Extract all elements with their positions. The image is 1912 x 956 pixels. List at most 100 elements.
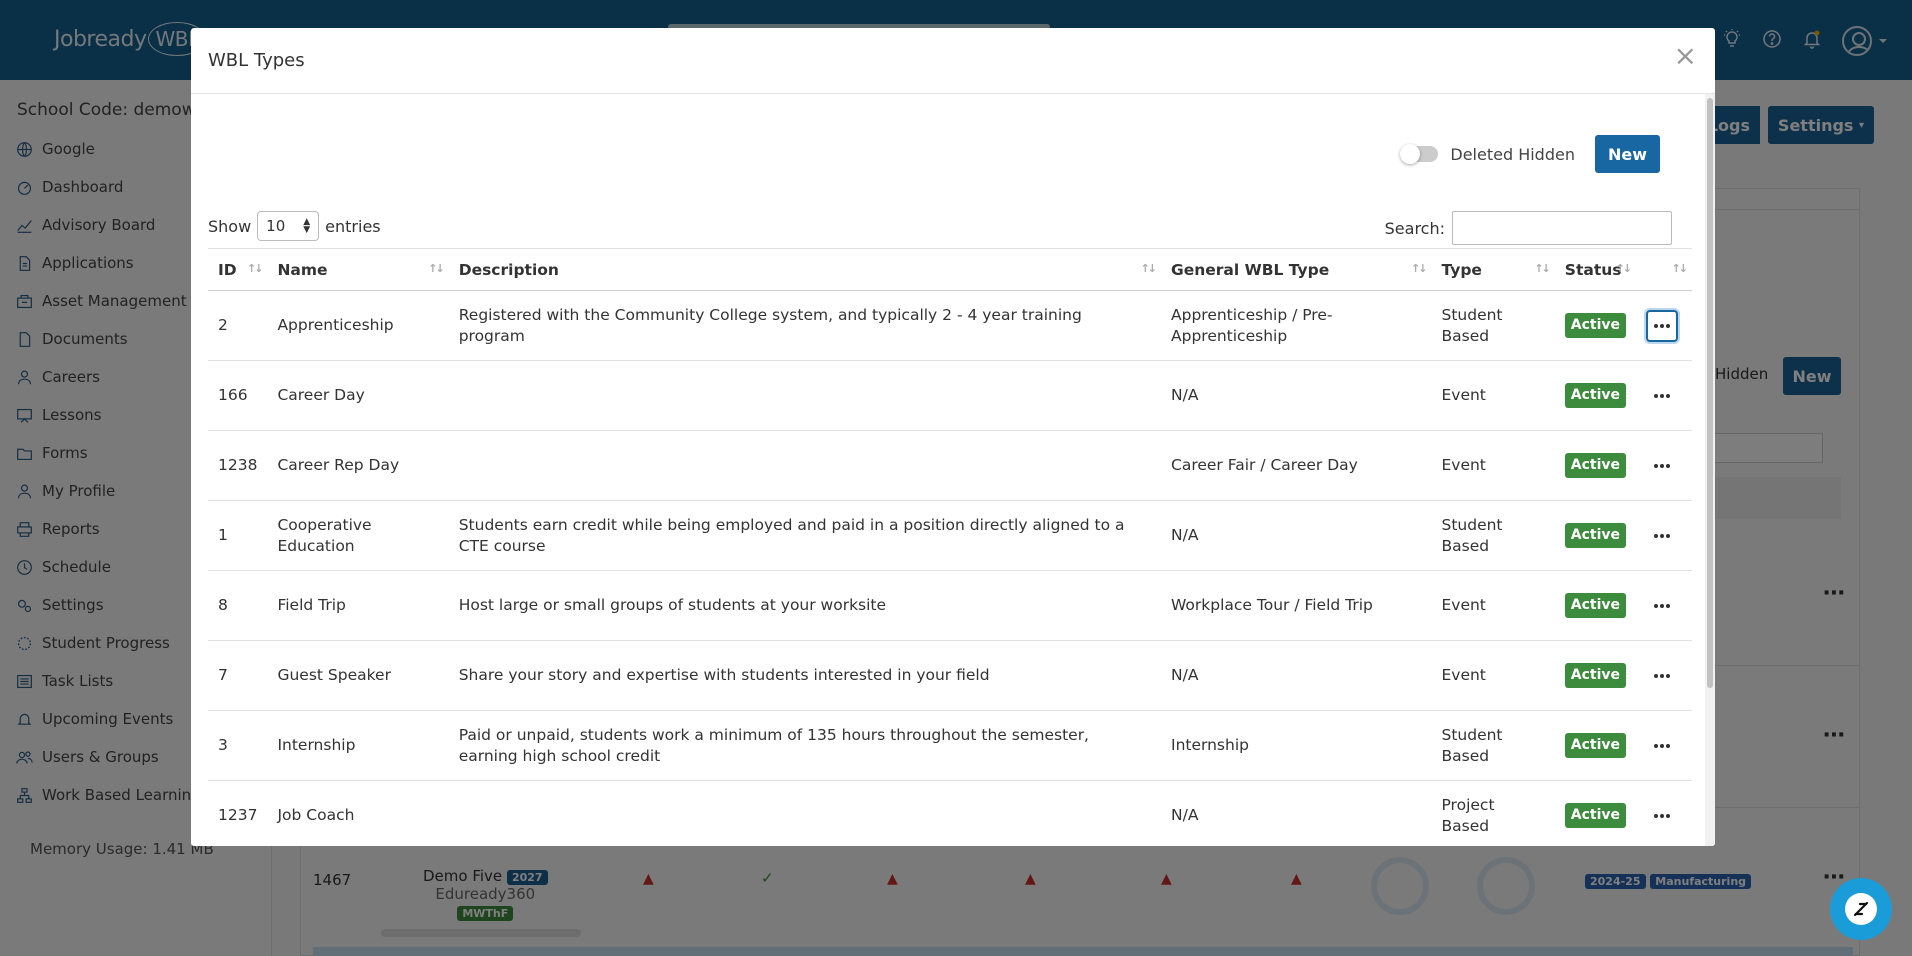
cell-general-wbl-type: N/A (1161, 640, 1432, 711)
sort-icon: ↑↓ (1140, 262, 1158, 275)
cell-status: Active (1554, 290, 1637, 361)
sort-icon: ↑↓ (1615, 262, 1633, 275)
cell-id: 2 (208, 290, 268, 361)
cell-actions (1636, 360, 1692, 431)
toggle-switch[interactable] (1400, 144, 1439, 164)
cell-id: 1 (208, 500, 268, 571)
chat-icon (1853, 901, 1869, 917)
row-actions-menu-button[interactable] (1646, 660, 1678, 692)
cell-actions (1636, 500, 1692, 571)
row-actions-menu-button[interactable] (1646, 309, 1679, 342)
table-row: 3 Internship Paid or unpaid, students work… (208, 710, 1692, 781)
status-badge: Active (1564, 383, 1627, 408)
status-badge: Active (1564, 593, 1627, 618)
row-actions-menu-button[interactable] (1646, 800, 1678, 832)
cell-id: 166 (208, 360, 268, 431)
cell-actions (1636, 430, 1692, 501)
modal-scrollbar[interactable] (1705, 94, 1715, 846)
column-header-actions[interactable]: ↑↓ (1636, 248, 1692, 291)
row-actions-menu-button[interactable] (1646, 590, 1678, 622)
more-horizontal-icon (1653, 673, 1671, 679)
scrollbar-thumb[interactable] (1707, 98, 1713, 688)
column-header-status[interactable]: Status ↑↓ (1554, 248, 1637, 291)
row-actions-menu-button[interactable] (1646, 450, 1678, 482)
cell-id: 8 (208, 570, 268, 641)
row-actions-menu-button[interactable] (1646, 730, 1678, 762)
cell-general-wbl-type: Career Fair / Career Day (1161, 430, 1432, 501)
toggle-label: Deleted Hidden (1450, 144, 1575, 164)
new-button[interactable]: New (1594, 135, 1660, 173)
more-horizontal-icon (1653, 813, 1671, 819)
cell-name: Cooperative Education (267, 500, 449, 571)
cell-name: Career Rep Day (267, 430, 449, 501)
cell-name: Apprenticeship (267, 290, 449, 361)
more-horizontal-icon (1653, 533, 1671, 539)
modal-toolbar: Deleted Hidden New (1400, 135, 1660, 173)
table-row: 8 Field Trip Host large or small groups of… (208, 570, 1692, 641)
table-search: Search: (1385, 211, 1672, 245)
cell-type: Project Based (1431, 780, 1555, 846)
chat-launcher-button[interactable] (1830, 878, 1892, 940)
cell-status: Active (1554, 640, 1637, 711)
cell-description: Registered with the Community College sy… (448, 290, 1161, 361)
column-header-type[interactable]: Type ↑↓ (1431, 248, 1555, 291)
cell-status: Active (1554, 430, 1637, 501)
wbl-types-modal: WBL Types × Deleted Hidden New Show 10 ▲… (191, 28, 1715, 846)
row-actions-menu-button[interactable] (1646, 520, 1678, 552)
entries-select[interactable]: 10 ▲ ▼ (257, 211, 320, 241)
sort-icon: ↑↓ (428, 262, 445, 275)
column-header-general-wbl-type[interactable]: General WBL Type ↑↓ (1161, 248, 1432, 291)
cell-id: 1238 (208, 430, 268, 501)
sort-icon: ↑↓ (1411, 262, 1428, 275)
cell-general-wbl-type: Workplace Tour / Field Trip (1161, 570, 1432, 641)
cell-general-wbl-type: N/A (1161, 360, 1432, 431)
cell-actions (1636, 780, 1692, 846)
cell-type: Student Based (1431, 290, 1555, 361)
status-badge: Active (1564, 453, 1627, 478)
cell-type: Event (1431, 430, 1555, 501)
cell-type: Student Based (1431, 500, 1555, 571)
cell-type: Student Based (1431, 710, 1555, 781)
column-header-description[interactable]: Description ↑↓ (448, 248, 1161, 291)
column-header-id[interactable]: ID ↑↓ (208, 248, 268, 291)
more-horizontal-icon (1653, 393, 1671, 399)
table-row: 1238 Career Rep Day Career Fair / Career D… (208, 430, 1692, 501)
table-header-row: ID ↑↓ Name ↑↓ Description ↑↓ General WBL Ty… (208, 248, 1692, 291)
more-horizontal-icon (1653, 603, 1671, 609)
cell-name: Internship (267, 710, 449, 781)
deleted-hidden-toggle[interactable]: Deleted Hidden (1400, 144, 1575, 164)
cell-status: Active (1554, 360, 1637, 431)
entries-label: entries (325, 216, 381, 236)
cell-name: Job Coach (267, 780, 449, 846)
more-horizontal-icon (1653, 743, 1671, 749)
more-horizontal-icon (1653, 463, 1671, 469)
table-row: 7 Guest Speaker Share your story and exper… (208, 640, 1692, 711)
cell-type: Event (1431, 570, 1555, 641)
cell-actions (1636, 640, 1692, 711)
select-arrows-icon: ▲ ▼ (303, 217, 311, 235)
cell-name: Career Day (267, 360, 449, 431)
entries-length-control: Show 10 ▲ ▼ entries (208, 211, 381, 241)
cell-general-wbl-type: Apprenticeship / Pre-Apprenticeship (1161, 290, 1432, 361)
cell-actions (1636, 290, 1692, 361)
cell-name: Field Trip (267, 570, 449, 641)
search-input[interactable] (1452, 211, 1672, 245)
cell-id: 1237 (208, 780, 268, 846)
cell-general-wbl-type: N/A (1161, 500, 1432, 571)
cell-description (448, 360, 1161, 431)
cell-actions (1636, 710, 1692, 781)
table-row: 2 Apprenticeship Registered with the Commu… (208, 290, 1692, 361)
row-actions-menu-button[interactable] (1646, 380, 1678, 412)
column-header-name[interactable]: Name ↑↓ (267, 248, 449, 291)
cell-status: Active (1554, 710, 1637, 781)
cell-status: Active (1554, 570, 1637, 641)
cell-general-wbl-type: N/A (1161, 780, 1432, 846)
table-row: 1237 Job Coach N/A Project Based Active (208, 780, 1692, 846)
sort-icon: ↑↓ (247, 262, 264, 275)
status-badge: Active (1564, 803, 1627, 828)
cell-type: Event (1431, 360, 1555, 431)
cell-status: Active (1554, 780, 1637, 846)
cell-description (448, 430, 1161, 501)
sort-icon: ↑↓ (1534, 262, 1551, 275)
close-icon[interactable]: × (1674, 42, 1697, 70)
